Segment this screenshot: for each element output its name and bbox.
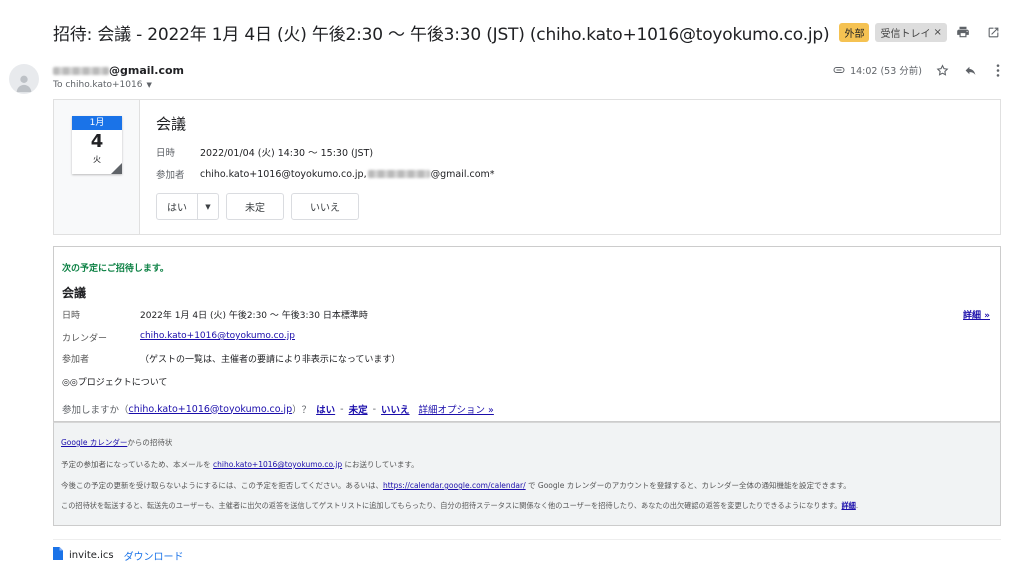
- guests-label: 参加者: [156, 170, 185, 181]
- rsvp-no-button[interactable]: いいえ: [291, 193, 359, 220]
- invitation-date-value: 2022年 1月 4日 (火) 午後2:30 〜 午後3:30 日本標準時: [140, 311, 368, 321]
- attend-separator: -: [372, 403, 377, 415]
- subject-row: 招待: 会議 - 2022年 1月 4日 (火) 午後2:30 〜 午後3:30…: [53, 18, 1013, 46]
- rsvp-yes-button[interactable]: はい: [157, 194, 198, 219]
- date-value: 2022/01/04 (火) 14:30 〜 15:30 (JST): [200, 148, 374, 159]
- inbox-label[interactable]: 受信トレイ ×: [875, 22, 947, 42]
- star-icon[interactable]: [934, 62, 950, 78]
- rsvp-maybe-button[interactable]: 未定: [226, 193, 284, 220]
- attend-suffix: ）？: [292, 405, 312, 416]
- invitation-guests-row: 参加者 （ゲストの一覧は、主催者の要請により非表示になっています）: [62, 352, 400, 365]
- rsvp-yes-split-button: はい ▼: [156, 193, 219, 220]
- invitation-description: ◎◎プロジェクトについて: [62, 375, 167, 388]
- footer-line-4: この招待状を転送すると、転送先のユーザーも、主催者に出欠の返答を送信してゲストリ…: [61, 501, 858, 511]
- reply-icon[interactable]: [962, 62, 978, 78]
- calendar-column: 1月 4 火: [54, 100, 140, 234]
- invitation-description-text: ◎◎プロジェクトについて: [62, 378, 168, 388]
- event-date-row: 日時 2022/01/04 (火) 14:30 〜 15:30 (JST): [156, 145, 495, 159]
- invitation-card: 1月 4 火 会議 日時 2022/01/04 (火) 14:30 〜 15:3…: [53, 99, 1001, 235]
- footer-line-3-suffix: で Google カレンダーのアカウントを登録すると、カレンダー全体の通知機能を…: [525, 481, 851, 490]
- external-label[interactable]: 外部: [839, 22, 870, 42]
- email-subject: 招待: 会議 - 2022年 1月 4日 (火) 午後2:30 〜 午後3:30…: [53, 24, 830, 45]
- guests-value: chiho.kato+1016@toyokumo.co.jp, @gmail.c…: [200, 169, 495, 180]
- inbox-label-text: 受信トレイ: [880, 28, 931, 40]
- footer-line-1: Google カレンダーからの招待状: [61, 437, 172, 448]
- invitation-body: 次の予定にご招待します。 会議 日時 2022年 1月 4日 (火) 午後2:3…: [53, 246, 1001, 422]
- footer-line-4-end: .: [855, 501, 859, 510]
- file-icon: [53, 547, 63, 563]
- rsvp-dropdown-icon[interactable]: ▼: [198, 194, 218, 219]
- redacted-sender: [53, 66, 109, 75]
- guests-value-suffix: @gmail.com*: [430, 168, 495, 180]
- invitation-title: 会議: [62, 286, 87, 300]
- invitation-details: 会議 日時 2022/01/04 (火) 14:30 〜 15:30 (JST)…: [156, 113, 495, 220]
- timestamp-text: 14:02 (53 分前): [850, 66, 922, 77]
- footer-line-4-text: この招待状を転送すると、転送先のユーザーも、主催者に出欠の返答を送信してゲストリ…: [61, 501, 842, 510]
- sender-name[interactable]: @gmail.com: [53, 64, 184, 77]
- attachment-row: invite.ics ダウンロード: [53, 547, 184, 563]
- attend-maybe-link[interactable]: 未定: [349, 402, 368, 416]
- event-title: 会議: [156, 115, 187, 133]
- attend-separator: -: [340, 403, 344, 415]
- attend-no-link[interactable]: いいえ: [381, 402, 410, 416]
- attend-yes-link[interactable]: はい: [316, 402, 335, 416]
- calendar-month: 1月: [72, 116, 122, 130]
- details-link[interactable]: 詳細 »: [963, 308, 990, 321]
- rsvp-buttons: はい ▼ 未定 いいえ: [156, 193, 495, 220]
- more-options-link[interactable]: 詳細オプション »: [419, 402, 494, 416]
- footer-line-1-text: からの招待状: [127, 438, 173, 447]
- calendar-url-link[interactable]: https://calendar.google.com/calendar/: [383, 481, 526, 490]
- attendance-row: 参加しますか（ chiho.kato+1016@toyokumo.co.jp）？ …: [62, 402, 494, 417]
- invitation-calendar-row: カレンダー chiho.kato+1016@toyokumo.co.jp: [62, 331, 295, 344]
- footer-line-3-prefix: 今後この予定の更新を受け取らないようにするには、この予定を拒否してください。ある…: [61, 481, 383, 490]
- attachment-name[interactable]: invite.ics: [69, 550, 114, 561]
- invitation-calendar-label: カレンダー: [62, 334, 108, 344]
- message-meta: 14:02 (53 分前): [833, 62, 1006, 78]
- footer-line-2-suffix: にお送りしています。: [342, 460, 419, 469]
- guests-value-prefix: chiho.kato+1016@toyokumo.co.jp,: [200, 168, 367, 180]
- event-guests-row: 参加者 chiho.kato+1016@toyokumo.co.jp, @gma…: [156, 167, 495, 182]
- footer-line-2-prefix: 予定の参加者になっているため、本メールを: [61, 460, 214, 469]
- sender-avatar[interactable]: [9, 64, 39, 94]
- invitation-date-label: 日時: [62, 311, 81, 321]
- invitation-footer: Google カレンダーからの招待状 予定の参加者になっているため、本メールを …: [53, 422, 1001, 526]
- timestamp: 14:02 (53 分前): [833, 63, 922, 77]
- more-options-icon[interactable]: [990, 62, 1006, 78]
- print-icon[interactable]: [955, 24, 971, 40]
- open-in-new-window-icon[interactable]: [985, 24, 1001, 40]
- redacted-guest: [367, 170, 430, 178]
- recipient-line[interactable]: To chiho.kato+1016 ▼: [53, 80, 152, 90]
- calendar-day: 4: [90, 131, 104, 152]
- attend-email-link[interactable]: chiho.kato+1016@toyokumo.co.jp: [129, 404, 293, 415]
- sender-email-suffix: @gmail.com: [109, 64, 185, 77]
- page-fold-icon: [111, 163, 122, 174]
- remove-label-icon[interactable]: ×: [933, 27, 941, 38]
- invitation-guests-label: 参加者: [62, 355, 90, 365]
- attend-prefix: 参加しますか（: [62, 405, 129, 416]
- invitation-heading: 次の予定にご招待します。: [62, 264, 169, 274]
- footer-line-3: 今後この予定の更新を受け取らないようにするには、この予定を拒否してください。ある…: [61, 480, 851, 491]
- date-label: 日時: [156, 148, 176, 159]
- recipient-details-icon[interactable]: ▼: [146, 81, 151, 89]
- invitation-guests-value: （ゲストの一覧は、主催者の要請により非表示になっています）: [140, 355, 401, 365]
- invitation-calendar-link[interactable]: chiho.kato+1016@toyokumo.co.jp: [140, 331, 295, 344]
- google-calendar-link[interactable]: Google カレンダー: [61, 438, 127, 447]
- invitation-date-row: 日時 2022年 1月 4日 (火) 午後2:30 〜 午後3:30 日本標準時: [62, 308, 368, 321]
- recipient-text: To chiho.kato+1016: [53, 80, 143, 90]
- attachment-icon: [833, 67, 845, 73]
- footer-email-link[interactable]: chiho.kato+1016@toyokumo.co.jp: [213, 460, 342, 469]
- footer-line-2: 予定の参加者になっているため、本メールを chiho.kato+1016@toy…: [61, 459, 419, 470]
- download-link[interactable]: ダウンロード: [124, 548, 184, 563]
- calendar-date-icon: 1月 4 火: [72, 116, 122, 174]
- footer-details-link[interactable]: 詳細: [841, 501, 855, 510]
- attachment-divider: [53, 539, 1001, 540]
- subject-actions: [955, 18, 1001, 46]
